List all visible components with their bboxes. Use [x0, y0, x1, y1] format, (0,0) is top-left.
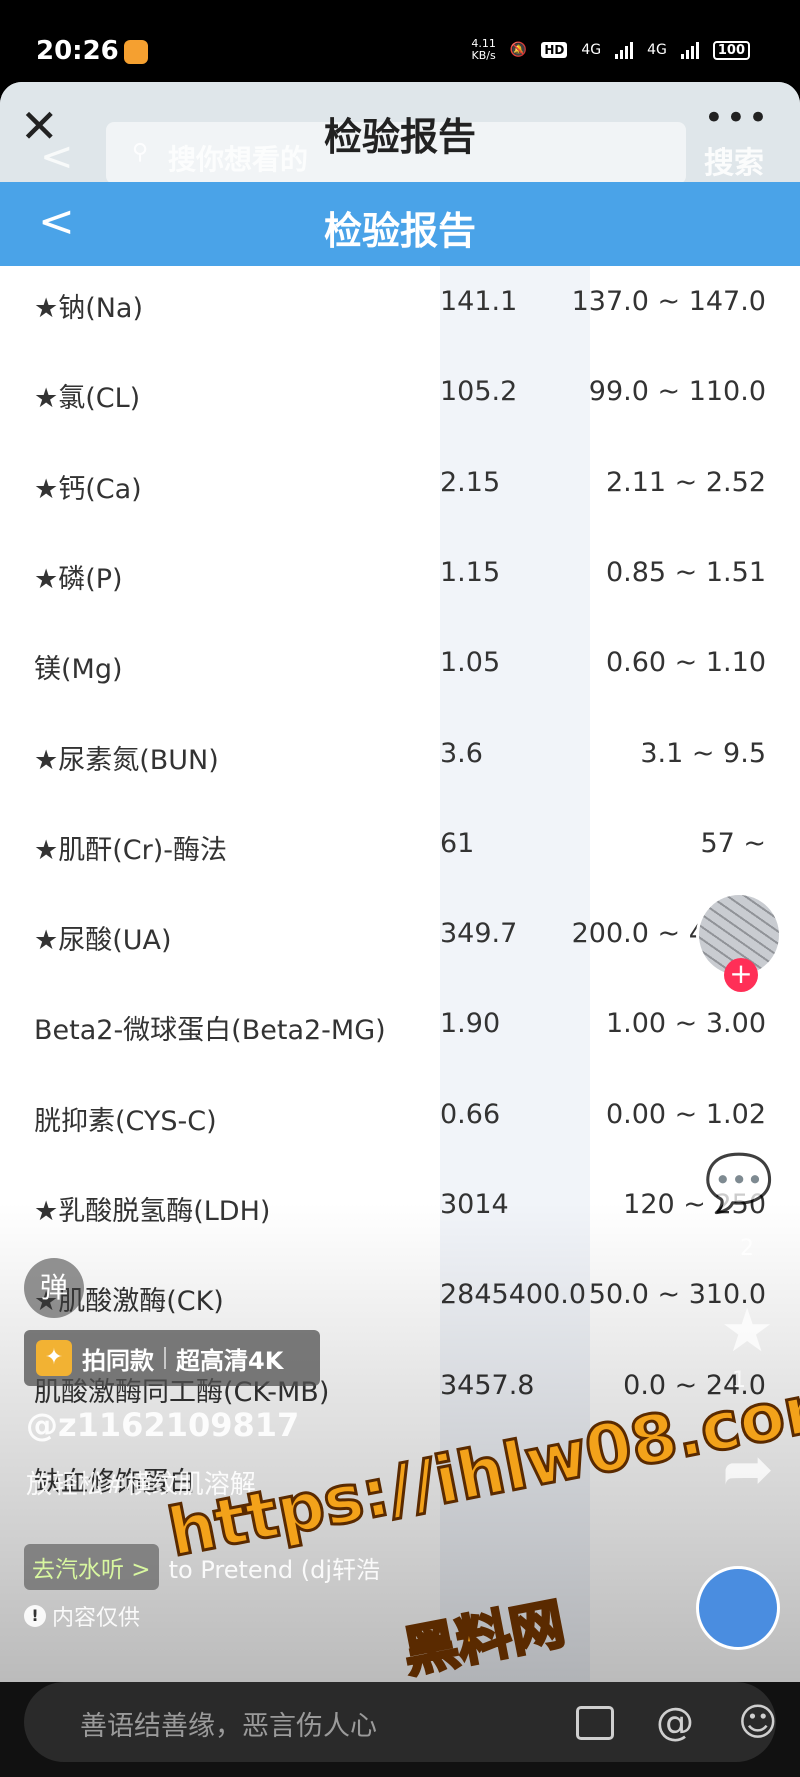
- at-mention-icon[interactable]: @: [656, 1700, 694, 1744]
- test-name-cell: ★氯(CL): [34, 383, 141, 415]
- report-title: 检验报告: [323, 209, 476, 253]
- test-value-cell: 2.15: [440, 466, 501, 498]
- test-name-cell: Beta2-微球蛋白(Beta2-MG): [34, 1015, 386, 1047]
- follow-button[interactable]: +: [724, 958, 758, 992]
- test-name-cell: ★钠(Na): [34, 293, 144, 324]
- reference-range-cell: 99.0 ~ 110.0: [588, 376, 766, 408]
- test-name-cell: 镁(Mg): [34, 654, 123, 686]
- test-value-cell: 1.15: [440, 556, 501, 588]
- table-row: ★钠(Na) 141.1 137.0 ~ 147.0: [0, 286, 800, 346]
- test-name-cell: ★尿素氮(BUN): [34, 744, 219, 776]
- top-bar: ⚲ 搜你想看的 搜索 < ✕ 检验报告 •••: [0, 82, 800, 184]
- hd-badge: HD: [541, 42, 568, 58]
- shoot-same-button[interactable]: ✦ 拍同款 超高清4K: [24, 1330, 320, 1386]
- table-row: ★氯(CL) 105.2 99.0 ~ 110.0: [0, 376, 800, 436]
- test-name-cell: ★钙(Ca): [34, 473, 142, 505]
- reference-range-cell: 57 ~: [700, 827, 766, 859]
- signal-icon: [615, 41, 634, 59]
- table-row: 胱抑素(CYS-C) 0.66 0.00 ~ 1.02: [0, 1099, 800, 1159]
- reference-range-cell: 3.1 ~ 9.5: [640, 737, 766, 769]
- page-title: 检验报告: [323, 115, 476, 159]
- comment-input[interactable]: 善语结善缘，恶言伤人心 @ ☺: [24, 1682, 778, 1762]
- test-value-cell: 141.1: [440, 286, 518, 317]
- status-indicators: 4.11 KB/s 🔕 HD 4G 4G 100: [471, 38, 750, 62]
- music-app-tag[interactable]: 去汽水听 >: [24, 1544, 159, 1590]
- divider: [164, 1347, 166, 1369]
- reference-range-cell: 0.60 ~ 1.10: [605, 647, 766, 679]
- test-name-cell: ★乳酸脱氢酶(LDH): [34, 1196, 271, 1227]
- mute-icon: 🔕: [509, 42, 528, 58]
- info-icon: !: [24, 1605, 46, 1627]
- report-header-bar: < 检验报告: [0, 182, 800, 266]
- shoot-same-label: 拍同款: [82, 1346, 154, 1375]
- network-speed: 4.11 KB/s: [471, 38, 496, 62]
- test-value-cell: 3457.8: [440, 1369, 535, 1401]
- test-value-cell: 349.7: [440, 918, 518, 950]
- reference-range-cell: 137.0 ~ 147.0: [571, 286, 766, 317]
- test-name-cell: 胱抑素(CYS-C): [34, 1105, 217, 1137]
- test-value-cell: 1.05: [440, 647, 501, 679]
- test-value-cell: 3014: [440, 1189, 509, 1220]
- net-label-2: 4G: [647, 42, 667, 58]
- reference-range-cell: 1.00 ~ 3.00: [605, 1008, 766, 1040]
- test-value-cell: 61: [440, 827, 475, 859]
- image-icon[interactable]: [576, 1706, 614, 1740]
- hd4k-label: 超高清4K: [176, 1346, 284, 1375]
- bottom-bar: 善语结善缘，恶言伤人心 @ ☺: [0, 1682, 800, 1777]
- table-row: ★尿素氮(BUN) 3.6 3.1 ~ 9.5: [0, 738, 800, 798]
- test-value-cell: 2845400.0: [440, 1279, 587, 1311]
- table-row: ★钙(Ca) 2.15 2.11 ~ 2.52: [0, 467, 800, 527]
- table-row: ★尿酸(UA) 349.7 200.0 ~ 420.0: [0, 918, 800, 978]
- notice-text: 内容仅供: [52, 1606, 141, 1631]
- author-name[interactable]: @z1162109817: [26, 1406, 299, 1444]
- test-value-cell: 1.90: [440, 1008, 501, 1040]
- emoji-icon[interactable]: ☺: [738, 1700, 778, 1744]
- test-value-cell: 0.66: [440, 1098, 501, 1130]
- status-bar: 20:26 4.11 KB/s 🔕 HD 4G 4G 100: [0, 0, 800, 80]
- more-icon[interactable]: •••: [704, 98, 770, 138]
- table-row: ★磷(P) 1.15 0.85 ~ 1.51: [0, 557, 800, 617]
- status-time: 20:26: [36, 36, 119, 66]
- content-notice: ! 内容仅供: [24, 1600, 140, 1632]
- app-notification-icon: [124, 40, 148, 64]
- comment-placeholder: 善语结善缘，恶言伤人心: [80, 1711, 377, 1742]
- like-icon[interactable]: ♥: [718, 1040, 774, 1113]
- net-label-1: 4G: [581, 42, 602, 58]
- music-disc-icon[interactable]: [696, 1566, 780, 1650]
- favorite-star-icon[interactable]: ★: [720, 1296, 774, 1366]
- test-name-cell: ★尿酸(UA): [34, 925, 172, 957]
- comment-icon[interactable]: 💬: [704, 1150, 774, 1216]
- network-speed-unit: KB/s: [471, 49, 496, 62]
- test-value-cell: 3.6: [440, 737, 483, 769]
- battery-icon: 100: [712, 40, 750, 60]
- sparkle-icon: ✦: [36, 1340, 72, 1376]
- signal-icon-2: [680, 41, 699, 59]
- table-row: Beta2-微球蛋白(Beta2-MG) 1.90 1.00 ~ 3.00: [0, 1008, 800, 1068]
- table-row: ★肌酐(Cr)-酶法 61 57 ~: [0, 828, 800, 888]
- table-row: 镁(Mg) 1.05 0.60 ~ 1.10: [0, 647, 800, 707]
- comment-count: 2: [740, 1236, 754, 1261]
- reference-range-cell: 0.85 ~ 1.51: [605, 556, 766, 588]
- table-row: ★乳酸脱氢酶(LDH) 3014 120 ~ 250: [0, 1189, 800, 1249]
- test-value-cell: 105.2: [440, 376, 518, 408]
- test-name-cell: ★肌酐(Cr)-酶法: [34, 834, 227, 866]
- test-name-cell: ★磷(P): [34, 563, 123, 595]
- reference-range-cell: 2.11 ~ 2.52: [605, 466, 766, 498]
- danmu-toggle-button[interactable]: 弹: [24, 1258, 84, 1318]
